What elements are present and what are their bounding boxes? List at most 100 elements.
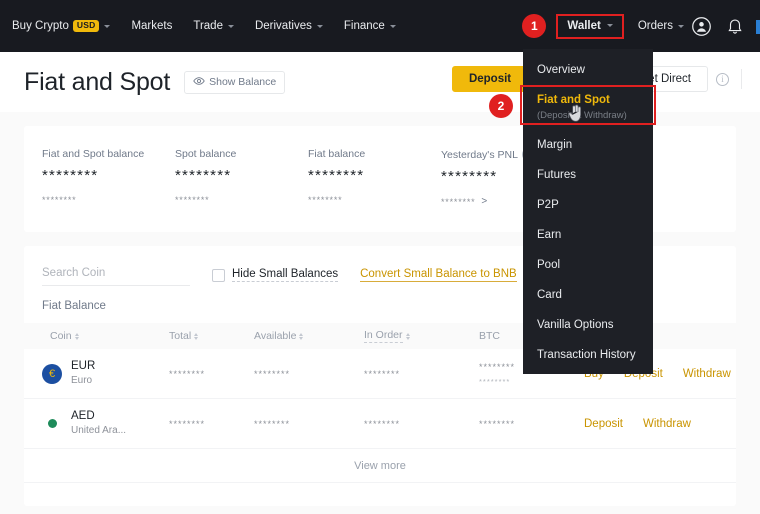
column-header-btc-label: BTC [479,330,500,342]
show-balance-toggle[interactable]: Show Balance [184,70,286,94]
sort-icon[interactable] [405,332,410,340]
cell-in-order: ******** [364,368,401,379]
nav-item-finance-label: Finance [343,20,385,32]
cell-available: ******** [254,368,291,379]
cell-btc-subvalue: ******** [479,376,511,386]
user-avatar-icon[interactable] [684,9,718,43]
coin-cell: € EUR Euro [24,359,169,388]
nav-item-trade[interactable]: Trade [193,20,234,32]
dropdown-item-vanilla-options[interactable]: Vanilla Options [523,310,653,340]
balance-subvalue: ******** [175,195,308,205]
column-header-in-order[interactable]: In Order [364,329,479,343]
coin-fullname: United Ara... [71,424,127,436]
nav-item-trade-label: Trade [193,20,223,32]
dropdown-item-earn[interactable]: Earn [523,220,653,250]
balance-value: ******** [42,167,99,184]
column-header-available[interactable]: Available [254,330,364,342]
balance-block-spot: Spot balance ******** ******** [175,148,308,207]
cell-btc-value: ******** [479,418,516,429]
balance-label-text: Yesterday's PNL [441,148,518,161]
top-navigation-bar: Buy Crypto USD Markets Trade Derivatives… [0,0,760,52]
euro-coin-icon: € [42,363,62,384]
dropdown-item-card[interactable]: Card [523,280,653,310]
coin-symbol: AED [71,410,95,423]
cell-total: ******** [169,418,206,429]
sort-icon[interactable] [74,332,79,340]
cell-btc: ******** [479,419,584,429]
nav-item-finance[interactable]: Finance [344,20,396,32]
dropdown-item-pool[interactable]: Pool [523,250,653,280]
dropdown-item-fiat-and-spot-label: Fiat and Spot [537,94,610,106]
info-icon[interactable]: i [716,72,729,86]
balance-subvalue-text: ******** [441,196,476,207]
notification-bell-icon[interactable] [718,9,752,43]
row-action-withdraw[interactable]: Withdraw [683,368,731,380]
chevron-down-icon [389,24,396,28]
balance-subvalue: ******** [308,195,441,205]
nav-item-orders[interactable]: Orders [638,20,684,32]
cell-in-order: ******** [364,418,401,429]
convert-small-balance-link[interactable]: Convert Small Balance to BNB [360,268,517,282]
wallet-dropdown-menu: Overview Fiat and Spot (Deposit & Withdr… [523,49,653,374]
step-marker-2: 2 [489,94,513,118]
chevron-down-icon [606,24,613,27]
balance-value: ******** [175,167,232,184]
column-header-total[interactable]: Total [169,330,254,342]
balance-block-fiat-and-spot: Fiat and Spot balance ******** ******** [42,148,175,207]
column-header-total-label: Total [169,330,192,342]
nav-left-group: Buy Crypto USD Markets Trade Derivatives… [0,20,396,32]
mouse-cursor-pointer-icon [567,104,584,129]
chevron-down-icon [104,24,111,28]
view-more-button[interactable]: View more [24,449,736,483]
column-header-in-order-label: In Order [364,329,403,343]
balance-label: Spot balance [175,148,308,160]
chevron-down-icon [316,24,323,28]
dropdown-item-overview[interactable]: Overview [523,55,653,85]
row-action-withdraw[interactable]: Withdraw [643,418,691,430]
coin-fullname: Euro [71,374,93,386]
search-coin-input[interactable] [42,264,190,286]
checkbox-box[interactable] [212,268,225,282]
coin-name-block: AED United Ara... [71,409,126,438]
coin-cell: AED United Ara... [24,409,169,438]
balance-label: Fiat balance [308,148,441,160]
aed-coin-icon [47,419,57,428]
step-marker-2-wrapper: 2 [489,94,513,118]
hide-small-balances-checkbox[interactable]: Hide Small Balances [212,268,339,282]
dropdown-item-fiat-and-spot[interactable]: Fiat and Spot (Deposit & Withdraw) [523,85,653,130]
column-header-coin-label: Coin [50,330,72,342]
deposit-button[interactable]: Deposit [451,66,529,92]
column-header-coin[interactable]: Coin [24,330,169,342]
dropdown-item-futures[interactable]: Futures [523,160,653,190]
nav-item-markets[interactable]: Markets [131,20,172,32]
balance-label-text: Spot balance [175,148,237,160]
dropdown-item-transaction-history[interactable]: Transaction History [523,340,653,370]
nav-item-buy-crypto-label: Buy Crypto [12,20,69,32]
sort-icon[interactable] [299,332,304,340]
eye-icon [193,75,205,90]
coin-symbol: EUR [71,360,96,373]
page-title: Fiat and Spot [24,67,171,96]
dropdown-item-p2p[interactable]: P2P [523,190,653,220]
nav-item-wallet[interactable]: Wallet [556,13,624,39]
table-row[interactable]: AED United Ara... ******** ******** ****… [24,399,736,449]
currency-badge-usd[interactable]: USD [72,20,100,32]
show-balance-label: Show Balance [209,76,277,88]
balance-value: ******** [308,167,365,184]
nav-item-buy-crypto[interactable]: Buy Crypto USD [12,20,111,32]
dropdown-item-margin[interactable]: Margin [523,130,653,160]
nav-item-derivatives-label: Derivatives [254,20,312,32]
nav-item-derivatives[interactable]: Derivatives [255,20,323,32]
balance-subvalue: ******** [42,195,175,205]
balance-label-text: Fiat balance [308,148,366,160]
sort-icon[interactable] [194,332,199,340]
balance-label: Fiat and Spot balance [42,148,175,160]
nav-right-group: 1 Wallet Orders [522,0,760,52]
balance-subvalue-text: ******** [308,195,343,205]
nav-item-markets-label: Markets [131,20,173,32]
header-divider [741,69,742,89]
nav-item-orders-label: Orders [637,20,673,32]
balance-subvalue-text: ******** [175,195,210,205]
cell-total: ******** [169,368,206,379]
row-action-deposit[interactable]: Deposit [584,418,623,430]
